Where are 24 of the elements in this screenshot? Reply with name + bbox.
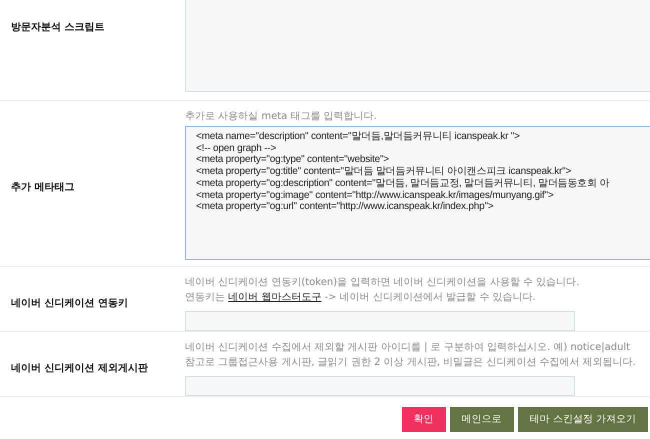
code-line: <!-- open graph -->: [196, 142, 278, 154]
hint-text: 추가로 사용하실 meta 태그를 입력합니다.: [185, 110, 378, 124]
code-line: <meta property="og:image" content="http://www.icanspeak.kr/images/munyang.gif">: [196, 190, 554, 202]
hint-text: 참고로 그룹접근사용 게시판, 글읽기 권한 2 이상 게시판, 비밀글은 신디케이션 수집에서 제외됩니다.: [185, 356, 636, 370]
field-label: 네이버 신디케이션 제외게시판: [11, 362, 148, 376]
text-input-field[interactable]: [185, 311, 575, 331]
code-line: <meta property="og:title" content="말더듬 말더듬커뮤니티 아이캔스피크 icanspeak.kr">: [196, 166, 572, 178]
form-button[interactable]: 메인으로: [450, 407, 514, 432]
webmaster-tools-link[interactable]: 네이버 웹마스터도구: [228, 292, 322, 303]
code-line: <meta property="og:description" content="말더듬, 말더듬교정, 말더듬커뮤니티, 말더듬동호회 아: [196, 178, 610, 190]
code-line: <meta property="og:url" content="http://www.icanspeak.kr/index.php">: [196, 201, 494, 213]
field-label: 방문자분석 스크립트: [11, 22, 104, 33]
hint-text: 네이버 신디케이션 연동키(token)을 입력하면 네이버 신디케이션을 사용할 수 있습니다.: [185, 276, 580, 290]
textarea-field[interactable]: [185, 0, 650, 92]
code-line: <meta name="description" content="말더듬,말더듬커뮤니티 icanspeak.kr ">: [196, 131, 521, 143]
hint-text: 네이버 신디케이션 수집에서 제외할 게시판 아이디를 | 로 구분하여 입력하십시오. 예) notice|adult: [185, 341, 632, 355]
textarea-field[interactable]: [185, 126, 650, 260]
code-line: <meta property="og:type" content="website">: [196, 154, 390, 166]
hint-text: 연동키는 네이버 웹마스터도구 -> 네이버 신디케이션에서 발급할 수 있습니다.: [185, 291, 537, 305]
text-input-field[interactable]: [185, 376, 575, 396]
form-button[interactable]: 확인: [402, 407, 446, 432]
field-label: 추가 메타태그: [11, 181, 74, 195]
form-button[interactable]: 테마 스킨설정 가져오기: [518, 407, 648, 432]
field-label: 네이버 신디케이션 연동키: [11, 296, 128, 310]
